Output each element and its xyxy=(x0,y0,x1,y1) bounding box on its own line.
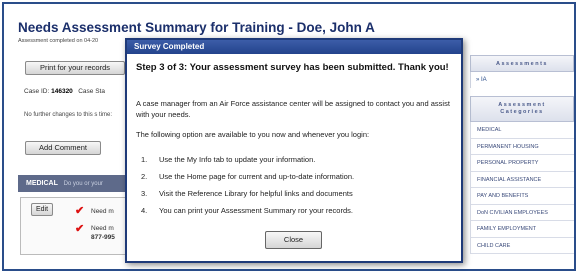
option-number: 4. xyxy=(141,206,148,215)
option-number: 2. xyxy=(141,172,148,181)
need-item: Need m xyxy=(91,208,114,215)
option-item: 3. Visit the Reference Library for helpfu… xyxy=(141,189,461,206)
option-text: You can print your Assessment Summary ro… xyxy=(159,206,353,215)
categories-header-line1: Assessment xyxy=(498,102,546,108)
category-permanent-housing[interactable]: PERMANENT HOUSING xyxy=(470,138,574,155)
option-item: 2. Use the Home page for current and up-t… xyxy=(141,172,461,189)
checkmark-icon: ✔ xyxy=(75,205,85,217)
option-item: 4. You can print your Assessment Summary … xyxy=(141,206,461,223)
categories-header: Assessment Categories xyxy=(470,96,574,122)
case-id-value: 146320 xyxy=(51,88,73,95)
dialog-paragraph: A case manager from an Air Force assista… xyxy=(136,99,450,119)
category-child-care[interactable]: CHILD CARE xyxy=(470,237,574,254)
add-comment-button[interactable]: Add Comment xyxy=(25,141,101,155)
options-list: 1. Use the My Info tab to update your inf… xyxy=(141,155,461,223)
category-don-civilian-employees[interactable]: DoN CIVILIAN EMPLOYEES xyxy=(470,204,574,221)
case-id-row: Case ID: 146320 Case Sta xyxy=(24,88,105,95)
medical-section-hint: Do you or your xyxy=(63,181,103,187)
category-personal-property[interactable]: PERSONAL PROPERTY xyxy=(470,155,574,172)
category-medical[interactable]: MEDICAL xyxy=(470,122,574,139)
page-subtitle: Assessment completed on 04-20 xyxy=(18,38,99,44)
option-number: 1. xyxy=(141,155,148,164)
medical-section-label: MEDICAL xyxy=(26,180,58,187)
edit-button[interactable]: Edit xyxy=(31,203,53,216)
survey-completed-dialog: Survey Completed Step 3 of 3: Your asses… xyxy=(125,38,463,263)
case-id-label: Case ID: xyxy=(24,88,50,95)
medical-section-bar: MEDICAL Do you or your xyxy=(18,175,138,192)
need-item: Need m xyxy=(91,225,114,232)
page-title: Needs Assessment Summary for Training - … xyxy=(18,20,375,35)
checkmark-icon: ✔ xyxy=(75,223,85,235)
sidebar-item-ia[interactable]: » IA xyxy=(470,72,574,88)
no-changes-text: No further changes to this s time: xyxy=(24,112,113,118)
categories-header-line2: Categories xyxy=(500,109,544,115)
option-text: Use the Home page for current and up-to-… xyxy=(159,172,355,181)
option-text: Visit the Reference Library for helpful … xyxy=(159,189,353,198)
assessments-header: Assessments xyxy=(470,55,574,72)
close-button[interactable]: Close xyxy=(265,231,322,249)
dialog-heading: Step 3 of 3: Your assessment survey has … xyxy=(136,62,449,73)
sidebar: Assessments » IA Assessment Categories M… xyxy=(470,55,574,271)
category-financial-assistance[interactable]: FINANCIAL ASSISTANCE xyxy=(470,171,574,188)
option-item: 1. Use the My Info tab to update your inf… xyxy=(141,155,461,172)
need-item-phone: 877-995 xyxy=(91,234,115,241)
option-text: Use the My Info tab to update your infor… xyxy=(159,155,316,164)
category-family-employment[interactable]: FAMILY EMPLOYMENT xyxy=(470,221,574,238)
case-status-label: Case Sta xyxy=(78,88,105,95)
dialog-title: Survey Completed xyxy=(127,40,461,54)
dialog-paragraph: The following option are available to yo… xyxy=(136,130,370,139)
category-pay-and-benefits[interactable]: PAY AND BENEFITS xyxy=(470,188,574,205)
option-number: 3. xyxy=(141,189,148,198)
print-button[interactable]: Print for your records xyxy=(25,61,125,75)
